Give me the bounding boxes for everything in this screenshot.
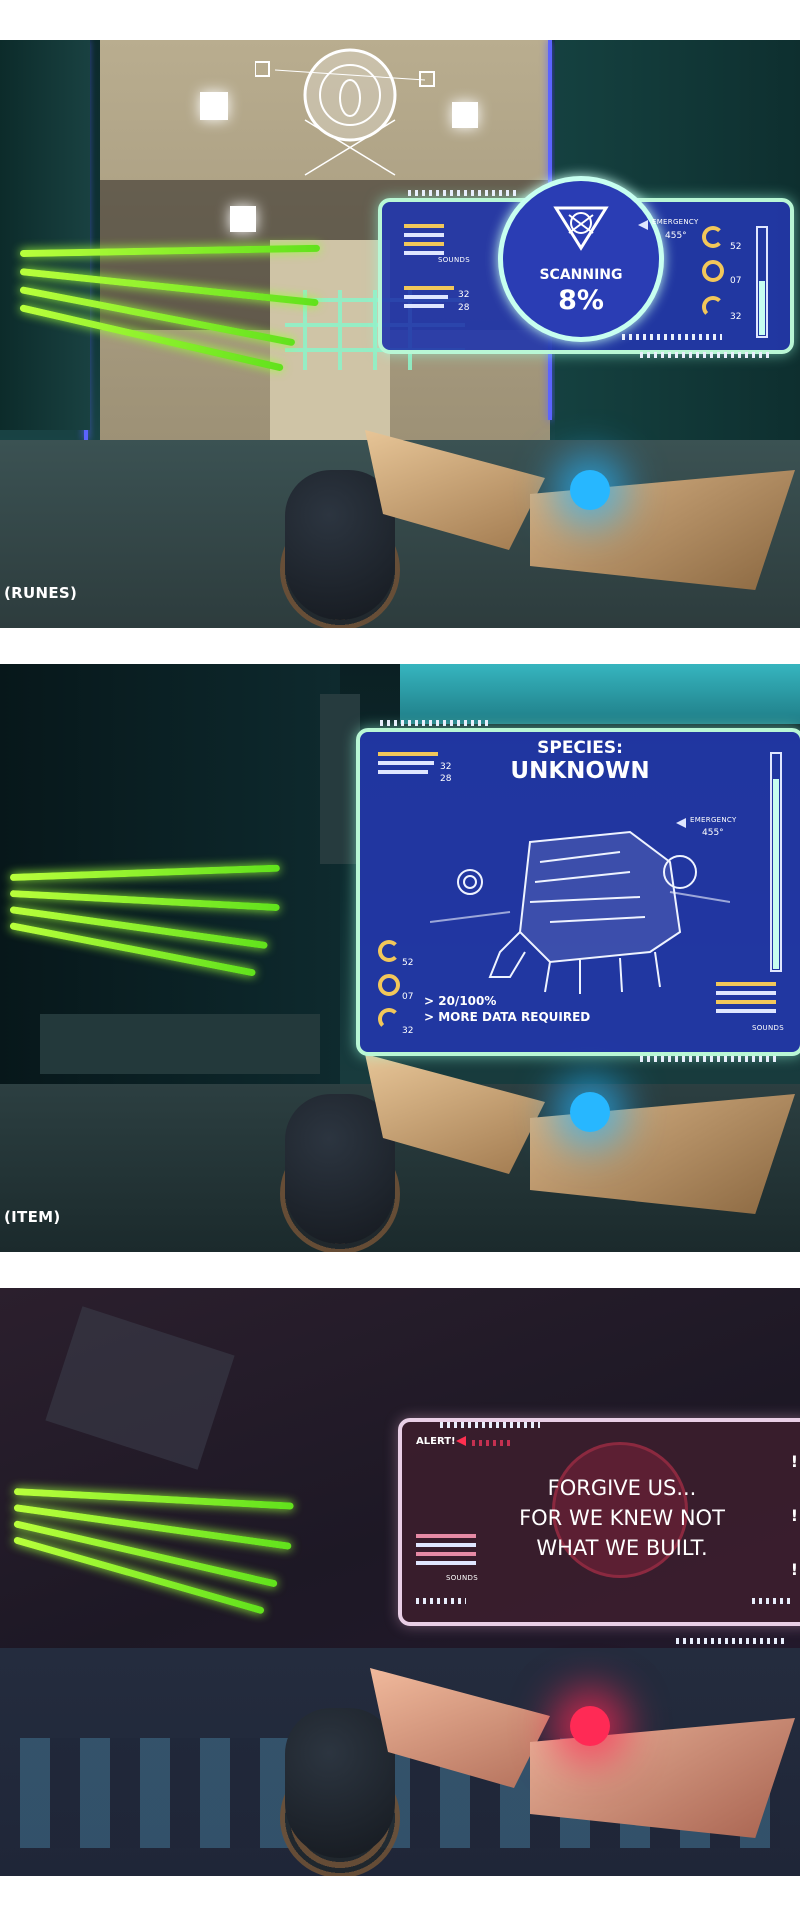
data-progress: > 20/100% (424, 994, 497, 1008)
scene-caption: (ITEM) (4, 1208, 61, 1226)
gauge-ring (378, 1008, 400, 1030)
tick-row (472, 1440, 512, 1446)
gauge-value: 32 (402, 1026, 414, 1036)
left-value: 28 (458, 303, 470, 313)
hud-bars (416, 1534, 476, 1570)
player-hand (285, 1708, 395, 1858)
data-note: > MORE DATA REQUIRED (424, 1010, 591, 1024)
scanner-hud: SOUNDS 32 28 SCANNING 8% EMERGENCY 455° … (378, 176, 794, 354)
sounds-label: SOUNDS (752, 1024, 784, 1032)
scan-dial: SCANNING 8% (498, 176, 664, 342)
hud-level-bars (404, 286, 454, 313)
wall-glow-right (452, 102, 478, 128)
gauge-value: 07 (730, 276, 742, 286)
wall-glow-left (200, 92, 228, 120)
left-ruins (0, 40, 90, 430)
species-value: UNKNOWN (510, 758, 650, 784)
hud-bars (716, 982, 776, 1018)
level-bar (756, 226, 768, 338)
gauge-value: 07 (402, 992, 414, 1002)
scene-alert: ALERT! FORGIVE US... FOR WE KNEW NOT WHA… (0, 1288, 800, 1876)
gauge-ring (702, 260, 724, 282)
rune-sigil-icon (255, 48, 435, 176)
tick-row-top (380, 720, 490, 726)
emergency-label: EMERGENCY (652, 218, 699, 226)
sounds-label: SOUNDS (446, 1574, 478, 1582)
alert-label: ALERT! (416, 1436, 456, 1447)
tick-row-top (408, 190, 518, 196)
scene-runes: SOUNDS 32 28 SCANNING 8% EMERGENCY 455° … (0, 40, 800, 628)
alert-marker: ! (790, 1452, 798, 1471)
alert-message-line: FOR WE KNEW NOT (519, 1506, 725, 1530)
gauge-ring (378, 974, 400, 996)
tick-row-bottom (640, 352, 770, 358)
gauge-value: 52 (730, 242, 742, 252)
gauge-ring (702, 296, 724, 318)
tick-row-bottom (676, 1638, 786, 1644)
heading-readout: 455° (665, 231, 687, 241)
scanner-gem (570, 1706, 610, 1746)
gauge-value: 52 (402, 958, 414, 968)
water-surface (400, 664, 800, 724)
scan-progress: 8% (558, 285, 604, 316)
species-hud: 32 28 SPECIES: UNKNOWN EMERGENCY 455° 52… (356, 728, 800, 1056)
alert-hud: ALERT! FORGIVE US... FOR WE KNEW NOT WHA… (398, 1418, 800, 1626)
gauge-value: 32 (730, 312, 742, 322)
wall-glow-bottom (230, 206, 256, 232)
scanner-gem (570, 470, 610, 510)
alert-message-line: FORGIVE US... (547, 1476, 697, 1500)
tick-row (416, 1598, 466, 1604)
alert-marker: ! (790, 1506, 798, 1525)
emergency-arrow-icon (638, 220, 648, 230)
hud-bars (404, 224, 444, 260)
creature-hologram-icon (430, 830, 730, 994)
tick-row-bottom (640, 1056, 780, 1062)
step (40, 1014, 320, 1074)
left-value: 32 (458, 290, 470, 300)
gauge-ring (378, 940, 400, 962)
alert-arrow-icon (456, 1436, 466, 1446)
tick-row (752, 1598, 792, 1604)
gauge-ring (702, 226, 724, 248)
species-label: SPECIES: (537, 738, 623, 758)
pillar (320, 694, 360, 864)
rune-sigil-icon (553, 206, 609, 251)
level-bar (770, 752, 782, 972)
alert-message-line: WHAT WE BUILT. (536, 1536, 708, 1560)
tick-row-top (440, 1422, 540, 1428)
scene-caption: (RUNES) (4, 584, 78, 602)
tick-row (622, 334, 722, 340)
scanner-gem (570, 1092, 610, 1132)
scan-status: SCANNING (539, 267, 623, 283)
scene-item: 32 28 SPECIES: UNKNOWN EMERGENCY 455° 52… (0, 664, 800, 1252)
sounds-label: SOUNDS (438, 256, 470, 264)
alert-marker: ! (790, 1560, 798, 1579)
